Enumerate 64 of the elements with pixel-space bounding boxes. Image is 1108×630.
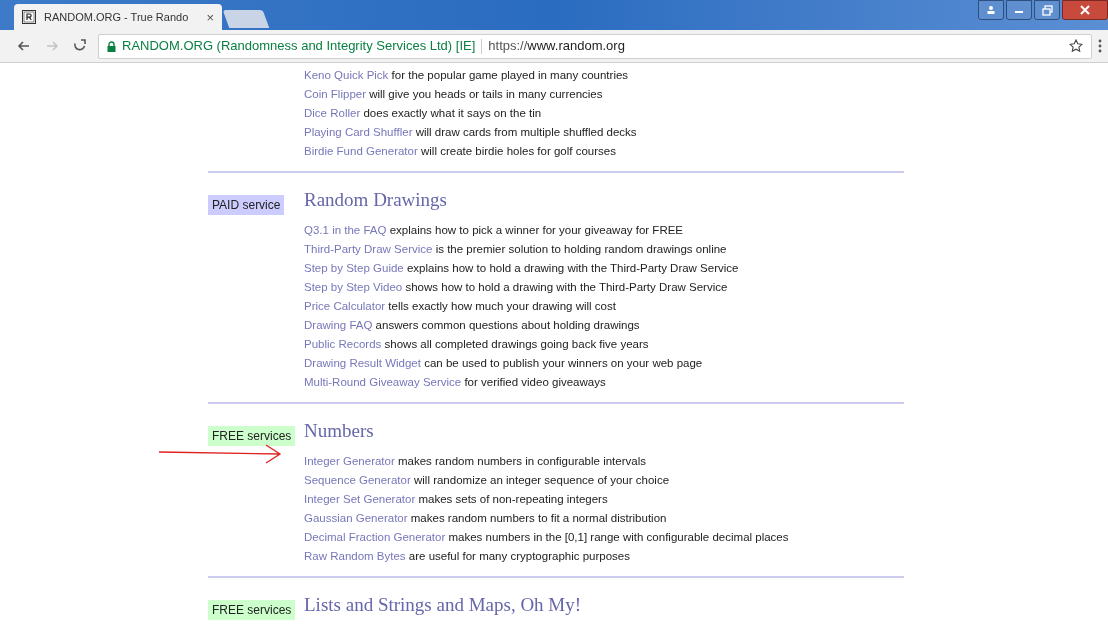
service-link[interactable]: Keno Quick Pick	[304, 69, 389, 81]
service-link[interactable]: Q3.1 in the FAQ	[304, 224, 387, 236]
service-description: Price Calculator tells exactly how much your drawing will cost	[304, 300, 616, 312]
section-heading: Numbers	[304, 421, 374, 441]
service-description: Playing Card Shuffler will draw cards from multiple shuffled decks	[304, 126, 637, 138]
profile-button[interactable]	[978, 0, 1004, 20]
service-link[interactable]: Third-Party Draw Service	[304, 243, 433, 255]
paid-badge: PAID service	[208, 195, 285, 215]
minimize-button[interactable]	[1006, 0, 1032, 20]
browser-tab[interactable]: RANDOM.ORG - True Rando ×	[14, 4, 222, 30]
tab-title: RANDOM.ORG - True Rando	[44, 9, 190, 25]
service-description: Third-Party Draw Service is the premier solution to holding random drawings online	[304, 243, 727, 255]
service-link[interactable]: Integer Generator	[304, 455, 395, 467]
service-description: Q3.1 in the FAQ explains how to pick a winner for your giveaway for FREE	[304, 224, 684, 236]
section-heading: Random Drawings	[304, 190, 447, 210]
section-heading: Lists and Strings and Maps, Oh My!	[304, 595, 582, 615]
favicon-icon	[22, 10, 36, 24]
restore-icon	[1041, 4, 1053, 16]
bookmark-star-icon[interactable]	[1069, 39, 1083, 53]
service-description: Raw Random Bytes are useful for many cryptographic purposes	[304, 550, 630, 562]
menu-icon[interactable]	[1098, 39, 1102, 53]
service-description: Drawing Result Widget can be used to publish your winners on your web page	[304, 357, 703, 369]
service-link[interactable]: Birdie Fund Generator	[304, 145, 418, 157]
service-description: Drawing FAQ answers common questions about holding drawings	[304, 319, 640, 331]
service-description: Step by Step Guide explains how to hold a drawing with the Third-Party Draw Service	[304, 262, 739, 274]
service-link[interactable]: Sequence Generator	[304, 474, 411, 486]
service-description: Multi-Round Giveaway Service for verified video giveaways	[304, 376, 606, 388]
url-text: https://www.random.org	[488, 37, 625, 56]
service-description: Keno Quick Pick for the popular game played in many countries	[304, 69, 629, 81]
service-link[interactable]: Drawing FAQ	[304, 319, 373, 331]
new-tab-button[interactable]	[222, 10, 270, 28]
service-link[interactable]: Playing Card Shuffler	[304, 126, 413, 138]
service-description: Birdie Fund Generator will create birdie holes for golf courses	[304, 145, 616, 157]
service-description: Dice Roller does exactly what it says on the tin	[304, 107, 542, 119]
service-description: Gaussian Generator makes random numbers to fit a normal distribution	[304, 512, 667, 524]
service-description: Integer Set Generator makes sets of non-repeating integers	[304, 493, 608, 505]
service-link[interactable]: Gaussian Generator	[304, 512, 408, 524]
service-link[interactable]: Integer Set Generator	[304, 493, 416, 505]
service-link[interactable]: Price Calculator	[304, 300, 386, 312]
service-description: Integer Generator makes random numbers in configurable intervals	[304, 455, 646, 467]
service-link[interactable]: Step by Step Guide	[304, 262, 404, 274]
service-link[interactable]: Raw Random Bytes	[304, 550, 406, 562]
person-icon	[986, 5, 996, 15]
service-link[interactable]: Coin Flipper	[304, 88, 366, 100]
lock-icon	[107, 40, 116, 52]
service-link[interactable]: Drawing Result Widget	[304, 357, 421, 369]
free-badge: FREE services	[208, 600, 296, 620]
service-description: Coin Flipper will give you heads or tails in many currencies	[304, 88, 603, 100]
service-link[interactable]: Public Records	[304, 338, 382, 350]
service-description: Public Records shows all completed drawings going back five years	[304, 338, 649, 350]
close-window-button[interactable]	[1062, 0, 1108, 20]
service-description: Sequence Generator will randomize an integer sequence of your choice	[304, 474, 670, 486]
service-link[interactable]: Dice Roller	[304, 107, 361, 119]
address-bar[interactable]: RANDOM.ORG (Randomness and Integrity Services Ltd) [IE] https://www.random.org	[98, 33, 1092, 59]
site-identity: RANDOM.ORG (Randomness and Integrity Services Ltd) [IE]	[122, 37, 476, 56]
service-link[interactable]: Decimal Fraction Generator	[304, 531, 446, 543]
close-tab-button[interactable]: ×	[206, 10, 214, 24]
service-link[interactable]: Multi-Round Giveaway Service	[304, 376, 462, 388]
service-link[interactable]: Step by Step Video	[304, 281, 403, 293]
restore-button[interactable]	[1034, 0, 1060, 20]
close-icon	[1080, 5, 1090, 15]
service-description: Step by Step Video shows how to hold a drawing with the Third-Party Draw Service	[304, 281, 728, 293]
free-badge: FREE services	[208, 426, 296, 446]
service-description: Decimal Fraction Generator makes numbers in the [0,1] range with configurable decimal places	[304, 531, 789, 543]
